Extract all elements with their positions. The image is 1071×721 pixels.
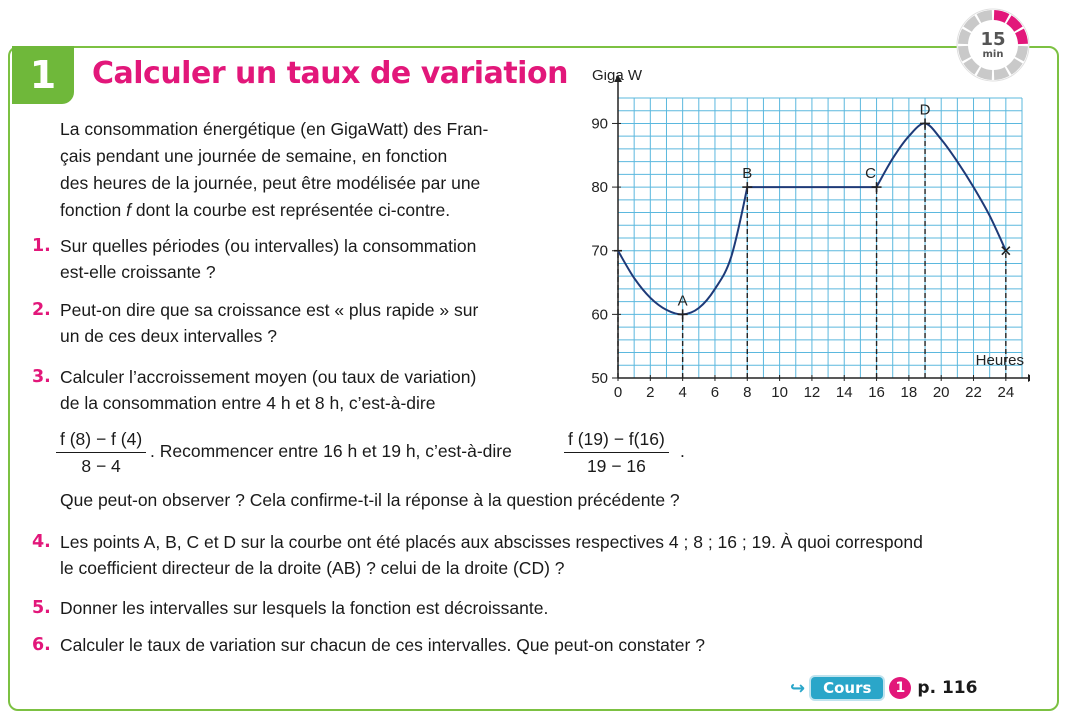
point-label: D (920, 101, 931, 118)
timer-unit: min (982, 48, 1004, 60)
y-axis-label: Giga W (592, 70, 643, 84)
y-tick-label: 50 (591, 370, 608, 387)
question-number: 3. (32, 367, 51, 387)
question-2: 2. Peut-on dire que sa croissance est « … (32, 297, 552, 349)
question-text: le coefficient directeur de la droite (A… (60, 558, 565, 578)
x-tick-label: 10 (771, 384, 788, 401)
consumption-chart: 0 2 4 6 8 10 12 14 16 18 20 22 245060708090Giga WHeu… (591, 70, 1030, 401)
intro-text: La consommation énergétique (en GigaWatt… (60, 116, 560, 224)
question-text: Calculer le taux de variation sur chacun… (60, 635, 705, 655)
cours-link[interactable]: Cours (811, 677, 884, 699)
question-text: de la consommation entre 4 h et 8 h, c’e… (60, 393, 436, 413)
point-label: A (678, 292, 688, 309)
reference-page: p. 116 (917, 678, 978, 698)
intro-line: des heures de la journée, peut être modé… (60, 173, 481, 193)
exercise-number-badge: 1 (12, 46, 74, 104)
question-text: . Recommencer entre 16 h et 19 h, c’est-… (150, 441, 512, 461)
x-tick-label: 18 (901, 384, 918, 401)
y-tick-label: 70 (591, 243, 608, 260)
x-tick-label: 16 (868, 384, 885, 401)
question-4: 4. Les points A, B, C et D sur la courbe… (32, 529, 1042, 581)
question-text: est-elle croissante ? (60, 262, 216, 282)
question-text: Donner les intervalles sur lesquels la f… (60, 598, 549, 618)
x-tick-label: 22 (965, 384, 982, 401)
question-3: 3. Calculer l’accroissement moyen (ou ta… (32, 364, 552, 416)
intro-line: çais pendant une journée de semaine, en … (60, 146, 448, 166)
point-label: C (865, 165, 876, 182)
exercise-title: Calculer un taux de variation (92, 56, 568, 91)
x-tick-label: 0 (614, 384, 622, 401)
question-number: 4. (32, 532, 51, 552)
x-tick-label: 2 (646, 384, 654, 401)
question-number: 1. (32, 236, 51, 256)
reference-number: 1 (889, 677, 912, 699)
fraction-numerator: f (19) − f(16) (564, 429, 669, 453)
x-tick-label: 20 (933, 384, 950, 401)
intro-line: fonction (60, 200, 127, 220)
question-text: Les points A, B, C et D sur la courbe on… (60, 532, 923, 552)
question-number: 6. (32, 635, 51, 655)
exercise-number: 1 (29, 53, 57, 97)
arrow-icon: ↪ (790, 677, 806, 698)
x-tick-label: 6 (711, 384, 719, 401)
x-tick-label: 24 (997, 384, 1014, 401)
y-tick-label: 90 (591, 115, 608, 132)
fraction-denominator: 19 − 16 (586, 456, 646, 476)
fraction-numerator: f (8) − f (4) (56, 429, 147, 453)
x-tick-label: 14 (836, 384, 853, 401)
timer-value: 15 (980, 28, 1006, 50)
question-number: 2. (32, 300, 51, 320)
point-label: B (742, 165, 752, 182)
question-number: 5. (32, 598, 51, 618)
x-axis-arrow (1028, 374, 1030, 382)
fraction-denominator: 8 − 4 (81, 456, 121, 476)
question-text: un de ces deux intervalles ? (60, 326, 277, 346)
x-tick-label: 8 (743, 384, 751, 401)
course-reference[interactable]: ↪ Cours 1 p. 116 (790, 677, 977, 699)
question-1: 1. Sur quelles périodes (ou intervalles)… (32, 233, 552, 285)
intro-line: La consommation énergétique (en GigaWatt… (60, 119, 489, 139)
question-text: Que peut-on observer ? Cela confirme-t-i… (60, 490, 680, 510)
fraction-4-8: f (8) − f (4) 8 − 4 (56, 429, 147, 477)
x-axis-label: Heures (976, 352, 1024, 369)
x-tick-label: 12 (804, 384, 821, 401)
question-text: Sur quelles périodes (ou intervalles) la… (60, 236, 477, 256)
y-tick-label: 80 (591, 179, 608, 196)
question-text: Calculer l’accroissement moyen (ou taux … (60, 367, 477, 387)
question-text: . (680, 441, 685, 461)
intro-line: dont la courbe est représentée ci-contre… (131, 200, 451, 220)
question-5: 5. Donner les intervalles sur lesquels l… (32, 595, 1042, 621)
question-6: 6. Calculer le taux de variation sur cha… (32, 632, 1042, 658)
fraction-16-19: f (19) − f(16) 19 − 16 (564, 429, 669, 477)
question-text: Peut-on dire que sa croissance est « plu… (60, 300, 479, 320)
y-tick-label: 60 (591, 306, 608, 323)
x-tick-label: 4 (678, 384, 686, 401)
